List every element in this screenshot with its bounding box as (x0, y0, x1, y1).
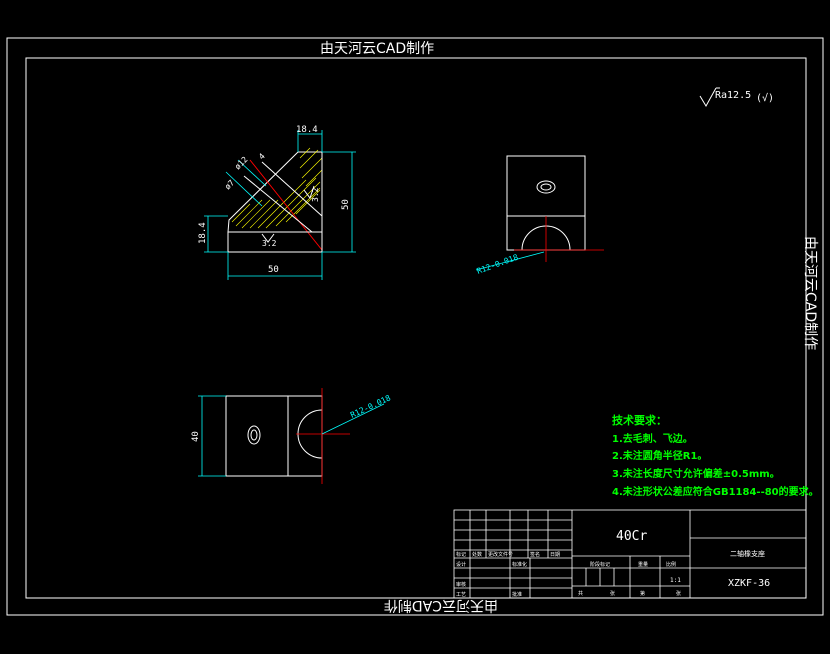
note-item-4: 4.未注形状公差应符合GB1184--80的要求。 (612, 485, 819, 498)
svg-text:签名: 签名 (530, 551, 540, 558)
svg-text:处数: 处数 (472, 551, 482, 558)
svg-text:重量: 重量 (638, 561, 648, 568)
dim-bottom-height: 40 (191, 431, 201, 442)
watermark-right: 由天河云CAD制作 (802, 236, 818, 350)
side-view (475, 155, 604, 271)
roughness-mark-a: 3.2 (303, 185, 320, 202)
title-drawing-no: XZKF-36 (728, 578, 770, 589)
svg-text:3.2: 3.2 (311, 187, 320, 202)
roughness-mark-b: 3.2 (261, 233, 277, 248)
svg-text:张: 张 (610, 590, 615, 597)
svg-text:批准: 批准 (512, 591, 522, 598)
note-item-1: 1.去毛刺、飞边。 (612, 432, 693, 445)
inner-frame (25, 57, 807, 599)
watermark-top: 由天河云CAD制作 (320, 41, 434, 57)
title-material: 40Cr (616, 529, 647, 544)
svg-text:共: 共 (578, 590, 583, 597)
watermark-bottom: 由天河云CAD制作 (384, 597, 498, 613)
cad-drawing-sheet: 由天河云CAD制作 由天河云CAD制作 由天河云CAD制作 Ra12.5 (√) (6, 37, 824, 616)
svg-text:日期: 日期 (550, 552, 560, 558)
dim-bottom-width: 50 (268, 265, 279, 275)
dim-top-width: 18.4 (296, 125, 318, 135)
outer-frame (6, 37, 824, 616)
svg-text:比例: 比例 (666, 561, 676, 568)
dim-bottom-radius: R12-0.018 (349, 393, 392, 420)
bottom-view (198, 388, 385, 484)
svg-text:标准化: 标准化 (512, 561, 527, 568)
svg-text:阶段标记: 阶段标记 (590, 561, 610, 568)
svg-text:设计: 设计 (456, 561, 466, 568)
svg-text:审核: 审核 (456, 581, 466, 588)
title-part-name: 二轴橡支座 (730, 549, 765, 558)
roughness-value: Ra12.5 (715, 90, 751, 101)
dim-left-height: 18.4 (198, 222, 208, 244)
dim-side-radius: R12-0.018 (476, 253, 520, 276)
svg-text:第: 第 (640, 590, 645, 597)
technical-notes: 技术要求： 1.去毛刺、飞边。 2.未注圆角半径R1。 3.未注长度尺寸允许偏差… (612, 413, 819, 498)
notes-title: 技术要求： (612, 413, 667, 427)
svg-text:标记: 标记 (456, 551, 466, 558)
svg-text:张: 张 (676, 590, 681, 597)
note-item-2: 2.未注圆角半径R1。 (612, 449, 707, 462)
svg-text:3.2: 3.2 (262, 239, 277, 248)
svg-text:工艺: 工艺 (456, 592, 466, 598)
note-item-3: 3.未注长度尺寸允许偏差±0.5mm。 (612, 467, 780, 480)
dim-height-right: 50 (341, 199, 351, 210)
roughness-suffix: (√) (756, 92, 774, 104)
title-scale: 1:1 (670, 577, 681, 584)
svg-text:更改文件号: 更改文件号 (488, 551, 513, 558)
dim-diag-c: 4 (257, 152, 267, 162)
roughness-symbol: Ra12.5 (√) (699, 87, 774, 107)
